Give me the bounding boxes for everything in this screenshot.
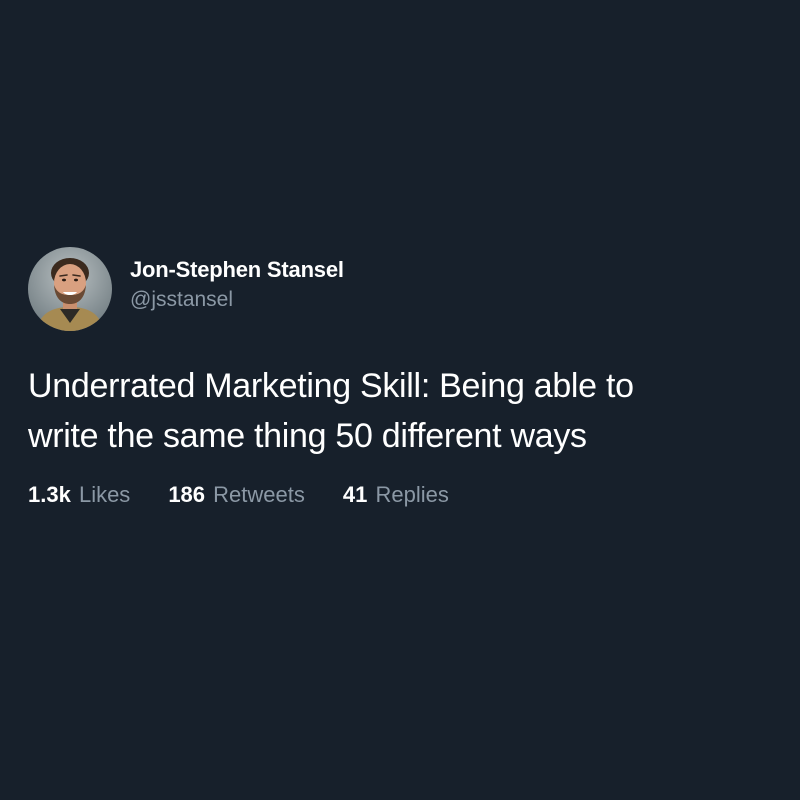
retweets-label: Retweets: [213, 482, 305, 507]
likes-stat[interactable]: 1.3k Likes: [28, 481, 130, 509]
replies-label: Replies: [375, 482, 449, 507]
tweet-stats: 1.3k Likes 186 Retweets 41 Replies: [28, 481, 778, 509]
profile-photo-icon: [28, 247, 112, 331]
avatar[interactable]: [28, 247, 112, 331]
retweets-stat[interactable]: 186 Retweets: [168, 481, 305, 509]
author-handle[interactable]: @jsstansel: [130, 286, 344, 314]
likes-count: 1.3k: [28, 482, 71, 507]
author-info: Jon-Stephen Stansel @jsstansel: [130, 256, 344, 314]
tweet-header: Jon-Stephen Stansel @jsstansel: [28, 247, 778, 331]
replies-count: 41: [342, 482, 368, 507]
retweets-count: 186: [168, 482, 206, 507]
tweet-card: Jon-Stephen Stansel @jsstansel Underrate…: [28, 247, 778, 509]
likes-label: Likes: [78, 482, 131, 507]
replies-stat[interactable]: 41 Replies: [343, 481, 449, 509]
author-display-name[interactable]: Jon-Stephen Stansel: [130, 256, 344, 284]
tweet-text: Underrated Marketing Skill: Being able t…: [28, 367, 634, 455]
